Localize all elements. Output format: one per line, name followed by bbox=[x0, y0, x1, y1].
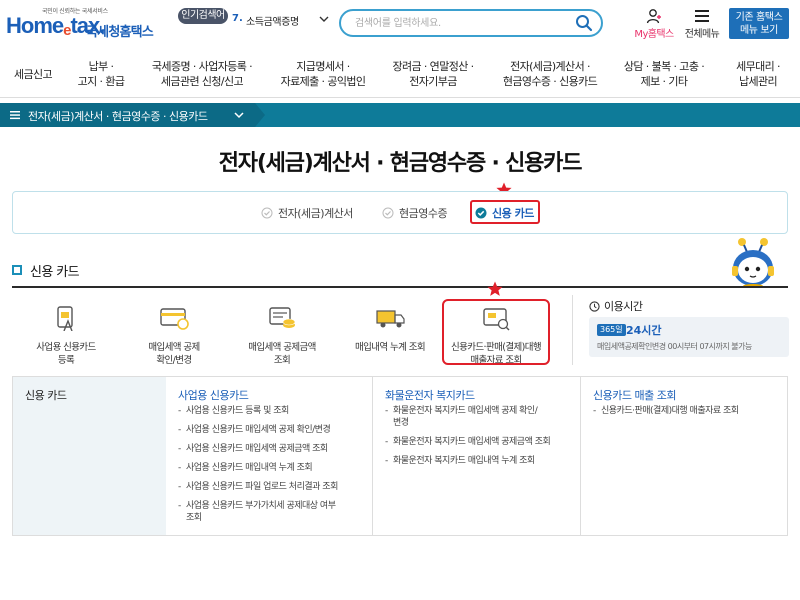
chevron-down-icon[interactable] bbox=[234, 111, 244, 119]
tab-bar: 전자(세금)계산서 현금영수증 신용 카드 bbox=[12, 191, 788, 234]
top-header: 국민이 신뢰하는 국세서비스 Homeetax. 국세청홈택스 인기검색어 7.… bbox=[0, 0, 800, 48]
all-menu-button[interactable]: 전체메뉴 bbox=[680, 8, 724, 42]
my-hometax-button[interactable]: My홈택스 bbox=[630, 8, 678, 42]
service-hours-card: 365일 24시간 매입세액공제확인변경 00시부터 07시까지 불가능 bbox=[589, 317, 789, 357]
service-hours-label: 이용시간 bbox=[604, 300, 643, 313]
search-input[interactable] bbox=[355, 15, 565, 31]
service-hours-title: 이용시간 bbox=[589, 298, 643, 314]
sitemap-column-business-card: 사업용 신용카드 사업용 신용카드 등록 및 조회 사업용 신용카드 매입세액 … bbox=[166, 377, 372, 535]
legacy-menu-label-2: 메뉴 보기 bbox=[740, 25, 778, 36]
sitemap-column-card-sales: 신용카드 매출 조회 신용카드·판매(결제)대행 매출자료 조회 bbox=[580, 377, 787, 535]
service-label: 매입세액 공제 확인/변경 bbox=[148, 342, 200, 366]
menu-icon bbox=[10, 111, 20, 120]
page-title: 전자(세금)계산서 · 현금영수증 · 신용카드 bbox=[218, 151, 583, 176]
search-icon[interactable] bbox=[575, 14, 593, 32]
service-card-deduction[interactable]: 매입세액 공제 확인/변경 bbox=[124, 305, 224, 367]
service-label: 매입내역 누계 조회 bbox=[355, 342, 426, 353]
my-hometax-label: My홈택스 bbox=[634, 29, 674, 40]
gnb-item-certificates[interactable]: 국세증명 · 사업자등록 · 세금관련 신청/신고 bbox=[136, 50, 268, 98]
truck-purchase-icon bbox=[376, 310, 405, 328]
sitemap-column-head[interactable]: 화물운전자 복지카드 bbox=[385, 387, 475, 403]
gnb-item-tax-agent[interactable]: 세무대리 · 납세관리 bbox=[716, 50, 800, 98]
check-circle-icon bbox=[261, 207, 273, 219]
gnb-item-payment[interactable]: 납부 · 고지 · 환급 bbox=[66, 50, 136, 98]
days-badge: 365일 bbox=[597, 324, 626, 336]
hours-value: 24시간 bbox=[626, 324, 662, 337]
service-label: 매입세액 공제금액 조회 bbox=[248, 342, 316, 366]
clock-icon bbox=[589, 300, 600, 312]
gnb-item-statements[interactable]: 지급명세서 · 자료제출 · 공익법인 bbox=[268, 50, 378, 98]
gnb-item-e-invoice[interactable]: 전자(세금)계산서 · 현금영수증 · 신용카드 bbox=[488, 50, 612, 98]
hometax-logo[interactable]: 국민이 신뢰하는 국세서비스 Homeetax. 국세청홈택스 bbox=[6, 6, 166, 42]
global-nav: 세금신고 납부 · 고지 · 환급 국세증명 · 사업자등록 · 세금관련 신청… bbox=[0, 50, 800, 98]
sitemap-link-list: 화물운전자 복지카드 매입세액 공제 확인/ 변경 화물운전자 복지카드 매입세… bbox=[385, 405, 575, 474]
tab-cash-receipt[interactable]: 현금영수증 bbox=[382, 204, 448, 222]
user-icon bbox=[646, 9, 661, 24]
sitemap-link[interactable]: 화물운전자 복지카드 매입세액 공제금액 조회 bbox=[385, 436, 575, 448]
gnb-item-tax-filing[interactable]: 세금신고 bbox=[0, 50, 66, 98]
tab-label: 현금영수증 bbox=[399, 207, 448, 220]
card-deduction-icon bbox=[160, 308, 189, 330]
check-circle-icon bbox=[382, 207, 394, 219]
service-deduction-amount[interactable]: 매입세액 공제금액 조회 bbox=[232, 305, 332, 367]
tab-highlight-box bbox=[470, 200, 540, 224]
sitemap-link[interactable]: 사업용 신용카드 부가가치세 공제대상 여부 조회 bbox=[178, 500, 368, 524]
mascot-icon bbox=[732, 238, 774, 288]
breadcrumb-bar: 전자(세금)계산서 · 현금영수증 · 신용카드 bbox=[0, 103, 800, 127]
breadcrumb[interactable]: 전자(세금)계산서 · 현금영수증 · 신용카드 bbox=[0, 103, 265, 127]
service-highlight-box bbox=[442, 299, 550, 365]
sitemap-column-cargo-welfare: 화물운전자 복지카드 화물운전자 복지카드 매입세액 공제 확인/ 변경 화물운… bbox=[372, 377, 580, 535]
all-menu-label: 전체메뉴 bbox=[684, 29, 720, 40]
service-hours: 이용시간 365일 24시간 매입세액공제확인변경 00시부터 07시까지 불가… bbox=[572, 295, 789, 365]
chevron-down-icon[interactable] bbox=[318, 14, 330, 24]
card-register-icon bbox=[57, 306, 73, 332]
service-card-register[interactable]: 사업용 신용카드 등록 bbox=[16, 305, 116, 367]
search-box bbox=[339, 9, 603, 37]
sitemap-link[interactable]: 화물운전자 복지카드 매입세액 공제 확인/ 변경 bbox=[385, 405, 575, 429]
section-header: 신용 카드 bbox=[12, 262, 80, 280]
legacy-menu-button[interactable]: 기존 홈택스 메뉴 보기 bbox=[729, 8, 789, 39]
sitemap-link[interactable]: 사업용 신용카드 매입내역 누계 조회 bbox=[178, 462, 368, 474]
sitemap-link[interactable]: 사업용 신용카드 매입세액 공제 확인/변경 bbox=[178, 424, 368, 436]
breadcrumb-label: 전자(세금)계산서 · 현금영수증 · 신용카드 bbox=[28, 110, 208, 123]
sitemap-side-title: 신용 카드 bbox=[25, 389, 67, 402]
service-label: 사업용 신용카드 등록 bbox=[36, 342, 96, 366]
deduction-amount-icon bbox=[269, 307, 296, 328]
sitemap-link[interactable]: 화물운전자 복지카드 매입내역 누계 조회 bbox=[385, 455, 575, 467]
sitemap-column-head[interactable]: 신용카드 매출 조회 bbox=[593, 387, 676, 403]
tab-label: 전자(세금)계산서 bbox=[278, 207, 353, 220]
popular-search-rank: 7. bbox=[232, 13, 243, 24]
sitemap-link-list: 사업용 신용카드 등록 및 조회 사업용 신용카드 매입세액 공제 확인/변경 … bbox=[178, 405, 368, 531]
sitemap-link[interactable]: 사업용 신용카드 등록 및 조회 bbox=[178, 405, 368, 417]
gnb-item-counsel[interactable]: 상담 · 불복 · 고충 · 제보 · 기타 bbox=[612, 50, 716, 98]
tab-e-invoice[interactable]: 전자(세금)계산서 bbox=[261, 204, 353, 222]
section-title: 신용 카드 bbox=[30, 264, 80, 280]
gnb-item-incentives[interactable]: 장려금 · 연말정산 · 전자기부금 bbox=[378, 50, 488, 98]
logo-brand-korean: 국세청홈택스 bbox=[86, 25, 154, 40]
sitemap-column-head[interactable]: 사업용 신용카드 bbox=[178, 387, 249, 403]
square-bullet-icon bbox=[12, 265, 22, 275]
sitemap-link-list: 신용카드·판매(결제)대행 매출자료 조회 bbox=[593, 405, 783, 424]
sitemap-link[interactable]: 사업용 신용카드 파일 업로드 처리결과 조회 bbox=[178, 481, 368, 493]
popular-search-badge: 인기검색어 bbox=[178, 8, 228, 24]
legacy-menu-label-1: 기존 홈택스 bbox=[735, 12, 783, 23]
hamburger-icon bbox=[695, 10, 709, 22]
sitemap-panel: 신용 카드 사업용 신용카드 사업용 신용카드 등록 및 조회 사업용 신용카드… bbox=[12, 376, 788, 536]
section-divider bbox=[12, 286, 788, 288]
sitemap-link[interactable]: 신용카드·판매(결제)대행 매출자료 조회 bbox=[593, 405, 783, 417]
sitemap-link[interactable]: 사업용 신용카드 매입세액 공제금액 조회 bbox=[178, 443, 368, 455]
star-icon bbox=[487, 281, 503, 296]
hours-note: 매입세액공제확인변경 00시부터 07시까지 불가능 bbox=[597, 342, 752, 351]
popular-search-term[interactable]: 소득금액증명 bbox=[246, 13, 299, 28]
service-purchase-total[interactable]: 매입내역 누계 조회 bbox=[340, 305, 440, 354]
sitemap-side: 신용 카드 bbox=[13, 377, 166, 535]
